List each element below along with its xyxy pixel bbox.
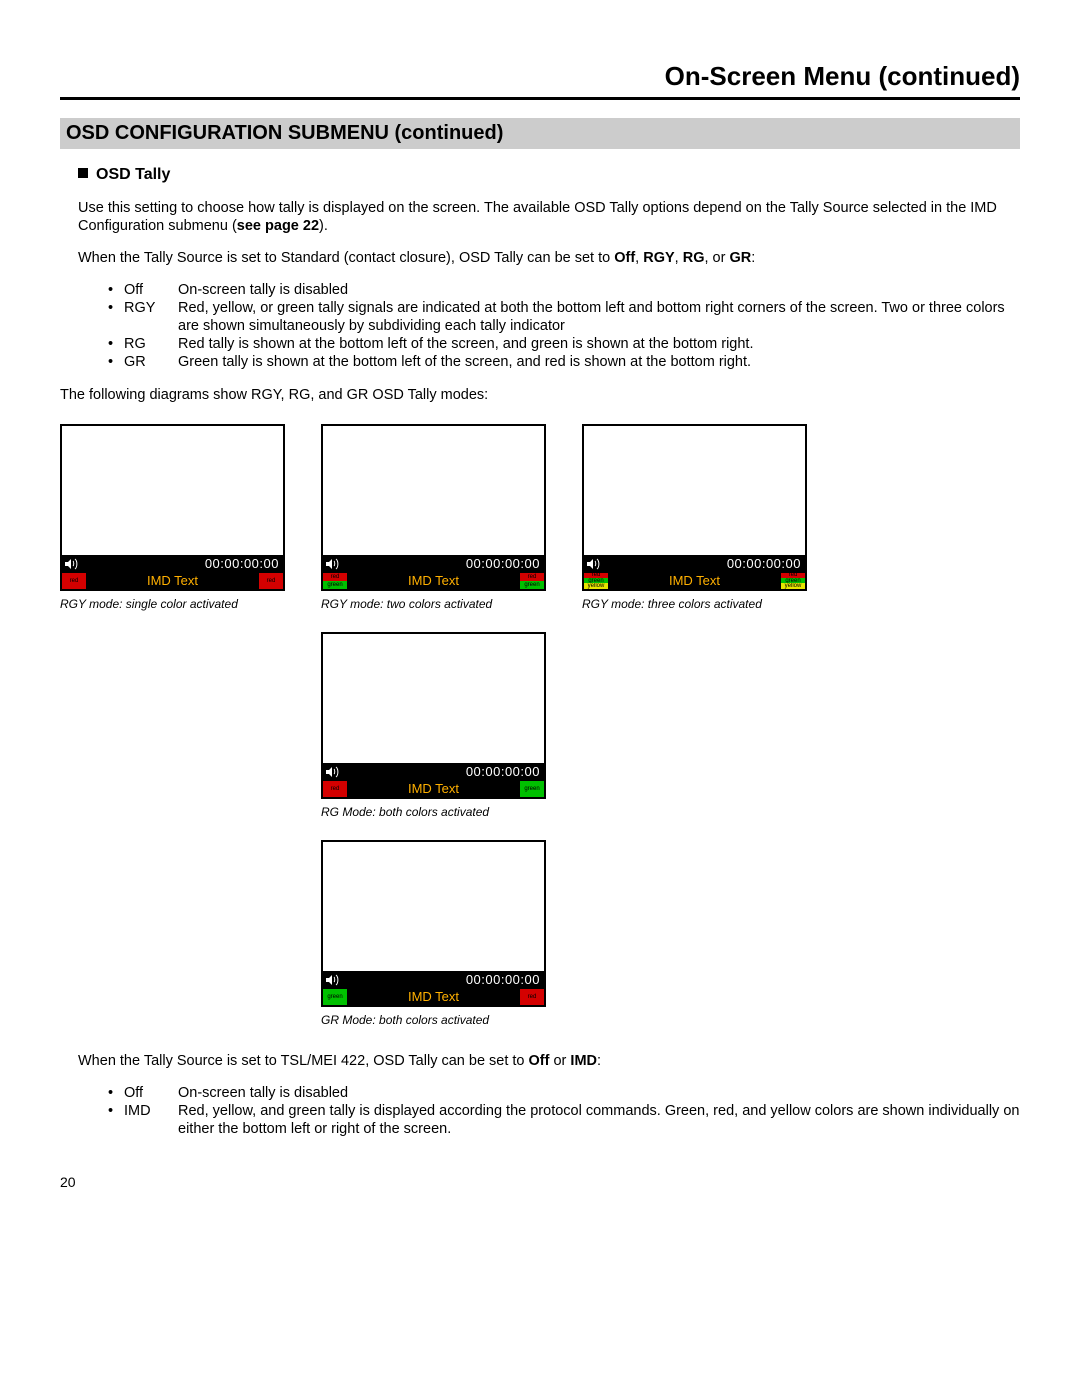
tally-left: red	[323, 781, 347, 797]
opt-rg: RG	[683, 250, 705, 266]
caption: RGY mode: two colors activated	[321, 597, 546, 612]
tally-left: red green yellow	[584, 573, 608, 589]
diagram-rgy-two: 00:00:00:00 red green IMD Text red green…	[321, 424, 546, 612]
caption: RGY mode: single color activated	[60, 597, 285, 612]
def-term: GR	[124, 353, 178, 371]
def-text: Red, yellow, or green tally signals are …	[178, 299, 1020, 335]
speaker-icon	[586, 558, 602, 570]
diagram-rg: 00:00:00:00 red IMD Text green RG Mode: …	[321, 632, 546, 820]
sub-heading-osd-tally: OSD Tally	[78, 165, 1020, 185]
tally-right: red	[520, 989, 544, 1005]
see-page-ref: see page 22	[237, 218, 319, 234]
speaker-icon	[325, 558, 341, 570]
imd-text: IMD Text	[86, 573, 259, 589]
intro-end: ).	[319, 218, 328, 234]
def-text: Red tally is shown at the bottom left of…	[178, 335, 1020, 353]
tsl-or: or	[549, 1053, 570, 1069]
def-row-tsl-0: • Off On-screen tally is disabled	[108, 1084, 1020, 1102]
tsl-opt-imd: IMD	[570, 1053, 597, 1069]
def-row-std-3: • GR Green tally is shown at the bottom …	[108, 353, 1020, 371]
tsl-options-line: When the Tally Source is set to TSL/MEI …	[78, 1052, 1020, 1070]
imd-text: IMD Text	[347, 989, 520, 1005]
imd-text: IMD Text	[608, 573, 781, 589]
diagram-gr: 00:00:00:00 green IMD Text red GR Mode: …	[321, 840, 546, 1028]
timecode: 00:00:00:00	[341, 764, 542, 780]
def-term: IMD	[124, 1102, 178, 1138]
def-row-std-1: • RGY Red, yellow, or green tally signal…	[108, 299, 1020, 335]
tally-right: red	[259, 573, 283, 589]
intro-paragraph: Use this setting to choose how tally is …	[78, 199, 1020, 235]
tally-right: red green yellow	[781, 573, 805, 589]
speaker-icon	[325, 766, 341, 778]
tally-right: green	[520, 781, 544, 797]
def-text: Red, yellow, and green tally is displaye…	[178, 1102, 1020, 1138]
section-title: OSD CONFIGURATION SUBMENU (continued)	[60, 118, 1020, 149]
standard-options-line: When the Tally Source is set to Standard…	[78, 249, 1020, 267]
def-text: On-screen tally is disabled	[178, 1084, 1020, 1102]
opt-rgy: RGY	[643, 250, 674, 266]
def-term: RGY	[124, 299, 178, 335]
def-row-std-2: • RG Red tally is shown at the bottom le…	[108, 335, 1020, 353]
tsl-colon: :	[597, 1053, 601, 1069]
tally-left: red	[62, 573, 86, 589]
bullet-icon: •	[108, 299, 124, 335]
def-row-std-0: • Off On-screen tally is disabled	[108, 281, 1020, 299]
speaker-icon	[325, 974, 341, 986]
imd-text: IMD Text	[347, 781, 520, 797]
speaker-icon	[64, 558, 80, 570]
caption: RG Mode: both colors activated	[321, 805, 546, 820]
opt-gr: GR	[729, 250, 751, 266]
tsl-opt-off: Off	[529, 1053, 550, 1069]
def-text: Green tally is shown at the bottom left …	[178, 353, 1020, 371]
def-term: Off	[124, 1084, 178, 1102]
diagram-note: The following diagrams show RGY, RG, and…	[60, 386, 1020, 404]
bullet-icon: •	[108, 281, 124, 299]
opt-colon: :	[751, 250, 755, 266]
opt-off: Off	[614, 250, 635, 266]
intro-text: Use this setting to choose how tally is …	[78, 200, 997, 234]
page-title: On-Screen Menu (continued)	[60, 60, 1020, 100]
bullet-icon: •	[108, 335, 124, 353]
diagram-rgy-single: 00:00:00:00 red IMD Text red RGY mode: s…	[60, 424, 285, 612]
imd-text: IMD Text	[347, 573, 520, 589]
tsl-line-prefix: When the Tally Source is set to TSL/MEI …	[78, 1053, 529, 1069]
bullet-icon: •	[108, 353, 124, 371]
caption: GR Mode: both colors activated	[321, 1013, 546, 1028]
def-text: On-screen tally is disabled	[178, 281, 1020, 299]
diagram-rgy-three: 00:00:00:00 red green yellow IMD Text re…	[582, 424, 807, 612]
caption: RGY mode: three colors activated	[582, 597, 807, 612]
def-term: Off	[124, 281, 178, 299]
page-number: 20	[60, 1174, 1020, 1192]
bullet-icon: •	[108, 1084, 124, 1102]
def-row-tsl-1: • IMD Red, yellow, and green tally is di…	[108, 1102, 1020, 1138]
def-term: RG	[124, 335, 178, 353]
standard-line-prefix: When the Tally Source is set to Standard…	[78, 250, 614, 266]
timecode: 00:00:00:00	[341, 556, 542, 572]
diagram-grid: 00:00:00:00 red IMD Text red RGY mode: s…	[60, 424, 1020, 1028]
timecode: 00:00:00:00	[602, 556, 803, 572]
tally-left: green	[323, 989, 347, 1005]
opt-or: , or	[704, 250, 729, 266]
tally-left: red green	[323, 573, 347, 589]
bullet-icon: •	[108, 1102, 124, 1138]
timecode: 00:00:00:00	[341, 972, 542, 988]
timecode: 00:00:00:00	[80, 556, 281, 572]
tally-right: red green	[520, 573, 544, 589]
